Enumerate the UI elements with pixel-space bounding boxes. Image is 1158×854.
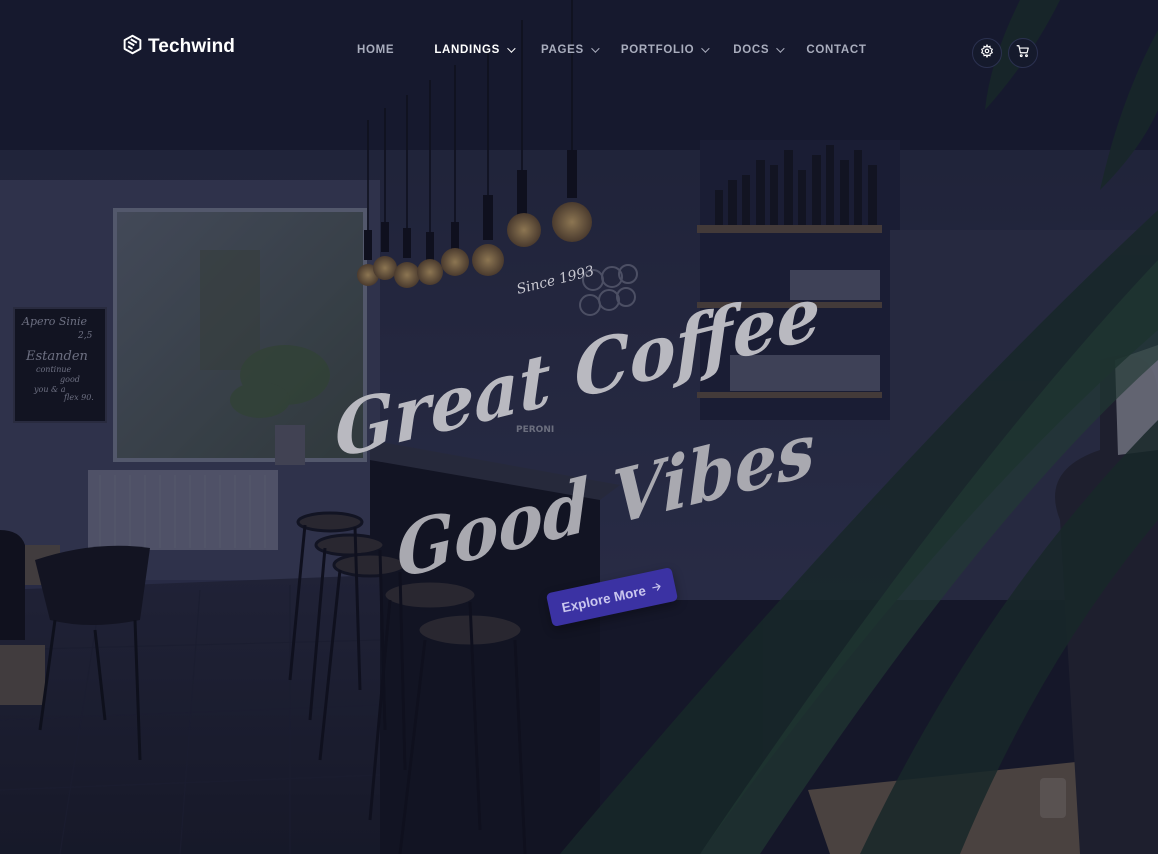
hero-tagline: Since 1993	[515, 263, 596, 298]
hero-section: Since 1993 Great Coffee Good Vibes Explo…	[0, 0, 1158, 854]
arrow-right-icon	[650, 579, 664, 596]
